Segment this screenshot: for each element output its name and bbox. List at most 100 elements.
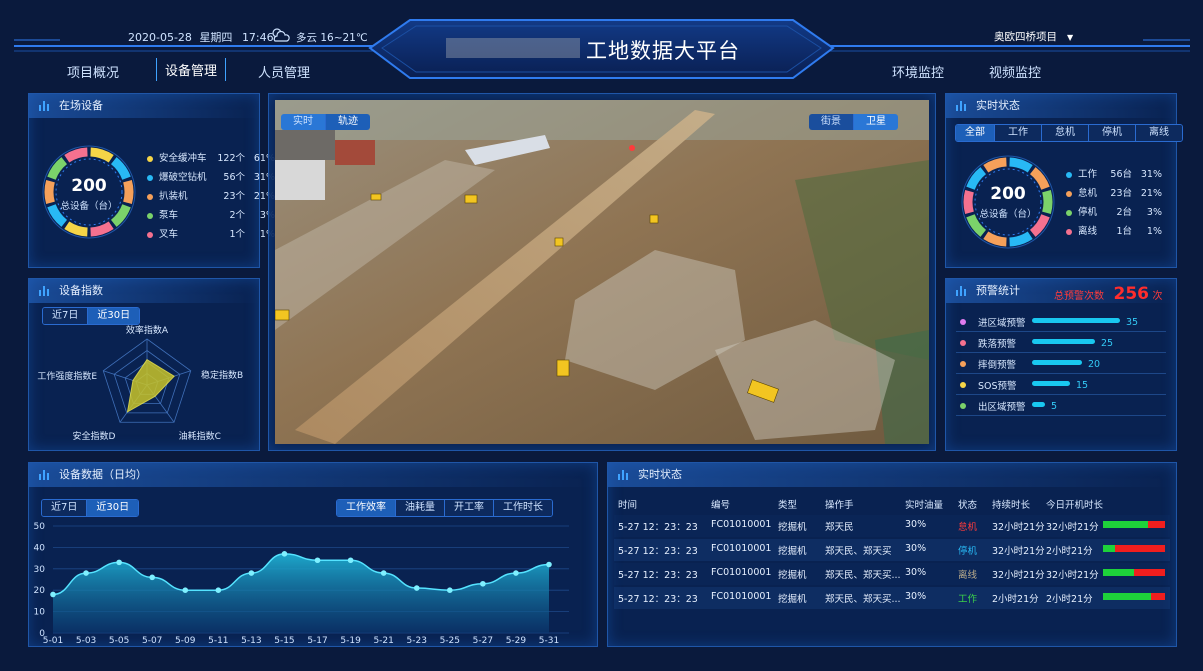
cell-type: 挖掘机: [778, 546, 807, 557]
device-area-chart: 010203040505-01 5-03 5-05 5-07 5-09 5-11 5-13 5…: [34, 522, 569, 646]
alert-bar: [1032, 402, 1045, 407]
data-point: [215, 587, 222, 593]
column-header: 今日开机时长: [1046, 500, 1104, 511]
data-point: [281, 551, 288, 557]
cell-status: 怠机: [958, 522, 978, 533]
runtime-bar-red: [1115, 545, 1165, 552]
metric-tabs: 工作效率 油耗量 开工率 工作时长: [336, 499, 553, 517]
alert-value: 15: [1076, 380, 1089, 391]
column-header: 类型: [778, 500, 798, 511]
legend-name: 安全缓冲车: [159, 153, 207, 164]
tab-idle[interactable]: 怠机: [1042, 125, 1089, 141]
runtime-bar-green: [1103, 545, 1115, 552]
cell-type: 挖掘机: [778, 594, 807, 605]
status-header: 实时状态: [946, 94, 1176, 118]
tab-track[interactable]: 轨迹: [326, 114, 370, 130]
cell-id: FC01010001: [711, 591, 772, 602]
index-header: 设备指数: [29, 279, 259, 303]
realtime-table-panel: 实时状态 时间 编号 类型 操作手 实时油量 状态 持续时长 今日开机时长 5-27 12：23…: [607, 462, 1177, 647]
legend-count: 56个: [223, 172, 245, 183]
onsite-header: 在场设备: [29, 94, 259, 118]
status-donut-segment: [983, 231, 1007, 247]
device-data-title: 设备数据（日均）: [59, 468, 147, 481]
cell-id: FC01010001: [711, 519, 772, 530]
radar-axis-label: 油耗指数C: [179, 430, 221, 442]
x-tick-label: 5-07: [142, 636, 162, 646]
onsite-panel: 在场设备 200 总设备（台） 安全缓冲车 122个 61% 爆破空钻机 56个 31% 扒…: [28, 93, 275, 268]
cell-today: 32小时21分: [1046, 570, 1099, 581]
legend-dot: [1066, 190, 1072, 197]
alert-name: 出区域预警: [978, 402, 1026, 413]
legend-pct: 21%: [1140, 188, 1162, 199]
bar-icon: [956, 286, 968, 296]
tab-efficiency[interactable]: 工作效率: [337, 500, 396, 516]
onsite-donut-segment: [90, 221, 114, 237]
legend-count: 122个: [217, 153, 245, 164]
alert-dot: [960, 403, 966, 409]
aerial-map-image[interactable]: [275, 100, 929, 444]
tab-realtime[interactable]: 实时: [281, 114, 326, 130]
tab-stopped[interactable]: 停机: [1089, 125, 1136, 141]
tab-offline[interactable]: 离线: [1136, 125, 1182, 141]
x-tick-label: 5-03: [76, 636, 96, 646]
cell-fuel: 30%: [905, 519, 927, 530]
status-panel: 实时状态 全部 工作 怠机 停机 离线 200 总设备（台） 工作 56台 31% 怠…: [945, 93, 1183, 268]
runtime-bar-green: [1103, 569, 1134, 576]
legend-name: 爆破空钻机: [159, 172, 207, 183]
legend-dot: [147, 231, 153, 238]
cell-fuel: 30%: [905, 567, 927, 578]
legend-name: 泵车: [159, 210, 179, 221]
bar-icon: [39, 101, 51, 111]
y-tick-label: 20: [34, 586, 46, 596]
radar-axis-label: 效率指数A: [126, 324, 169, 336]
tab-start-rate[interactable]: 开工率: [445, 500, 494, 516]
tab-7d[interactable]: 近7日: [42, 500, 88, 516]
data-point: [380, 570, 387, 576]
legend-name: 停机: [1078, 207, 1098, 218]
alert-dot: [960, 340, 966, 346]
tab-satellite[interactable]: 卫星: [854, 114, 898, 130]
alert-value: 20: [1088, 359, 1101, 370]
legend-name: 叉车: [159, 229, 179, 240]
cell-id: FC01010001: [711, 567, 772, 578]
tab-working[interactable]: 工作: [995, 125, 1042, 141]
nav-item-equipment[interactable]: 设备管理: [156, 58, 227, 81]
tab-streetview[interactable]: 街景: [809, 114, 854, 130]
x-tick-label: 5-29: [506, 636, 527, 646]
runtime-bar-red: [1148, 521, 1165, 528]
tab-30d[interactable]: 近30日: [87, 500, 139, 516]
cell-type: 挖掘机: [778, 570, 807, 581]
cell-operator: 郑天民、郑天买: [825, 546, 892, 557]
legend-dot: [1066, 171, 1072, 178]
onsite-legend-item: 泵车2个3%: [147, 207, 275, 221]
tab-work-hours[interactable]: 工作时长: [494, 500, 552, 516]
legend-dot: [147, 212, 153, 219]
status-legend-item: 停机 2台 3%: [1066, 204, 1162, 218]
cell-duration: 2小时21分: [992, 594, 1039, 605]
bar-icon: [956, 101, 968, 111]
header-datetime: 2020-05-28 星期四 17:46: [128, 29, 274, 45]
alert-total-label: 总预警次数: [1054, 291, 1104, 302]
cell-duration: 32小时21分: [992, 522, 1045, 533]
nav-item-environment[interactable]: 环境监控: [892, 62, 944, 81]
column-header: 操作手: [825, 500, 854, 511]
status-donut-segment: [1009, 157, 1033, 173]
data-point: [149, 574, 155, 581]
x-tick-label: 5-23: [407, 636, 427, 646]
tab-fuel[interactable]: 油耗量: [396, 500, 445, 516]
x-tick-label: 5-11: [208, 636, 228, 646]
onsite-legend-item: 爆破空钻机 56个 31%: [147, 169, 275, 183]
tab-all[interactable]: 全部: [956, 125, 995, 141]
project-select[interactable]: 奥欧四桥项目 ▼: [994, 29, 1073, 44]
status-donut-segment: [1009, 231, 1033, 247]
device-data-header: 设备数据（日均）: [29, 463, 597, 487]
header-date: 2020-05-28: [128, 31, 192, 44]
nav-item-overview[interactable]: 项目概况: [67, 62, 119, 81]
legend-name: 工作: [1078, 169, 1098, 180]
x-tick-label: 5-05: [109, 636, 129, 646]
data-point: [83, 570, 89, 576]
nav-item-personnel[interactable]: 人员管理: [258, 62, 310, 81]
data-point: [413, 585, 420, 591]
nav-item-video[interactable]: 视频监控: [989, 62, 1041, 81]
cell-status: 工作: [958, 594, 978, 605]
